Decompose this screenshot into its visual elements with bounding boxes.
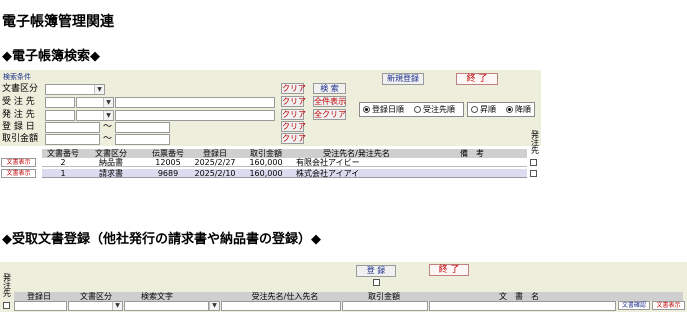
results-table-header: 文書番号 文書区分 伝票番号 登録日 取引金額 受注先名/発注先名 備 考	[42, 149, 527, 158]
cell-doc-type: 請求書	[99, 169, 123, 178]
reg-col-search-text: 検索文字	[141, 292, 173, 301]
col-amount: 取引金額	[250, 149, 282, 158]
cell-doc-no: 1	[60, 169, 66, 178]
recipient-code-input[interactable]	[45, 97, 75, 108]
chevron-down-icon: ▼	[209, 302, 219, 310]
search-button[interactable]: 検 索	[313, 83, 346, 94]
register-search-text-select[interactable]: ▼	[208, 301, 220, 311]
sort-order-desc-radio[interactable]	[506, 106, 513, 113]
col-doc-type: 文書区分	[95, 149, 127, 158]
amount-to-input[interactable]	[115, 134, 170, 145]
register-date-label: 登 録 日	[2, 122, 35, 132]
sort-order-asc-radio[interactable]	[471, 106, 478, 113]
show-all-button[interactable]: 全件表示	[313, 96, 346, 107]
col-partner: 受注先名/発注先名	[323, 149, 390, 158]
amount-label: 取引金額	[2, 134, 39, 144]
cell-partner: 株式会社アイアイ	[296, 169, 360, 178]
register-section-heading: ◆受取文書登録（他社発行の請求書や納品書の登録）◆	[2, 232, 321, 247]
sort-order-asc-label: 昇順	[480, 105, 496, 114]
chevron-down-icon: ▼	[103, 111, 113, 120]
new-register-button[interactable]: 新規登録	[382, 73, 424, 85]
col-slip-no: 伝票番号	[152, 149, 184, 158]
register-issued-checkbox[interactable]	[3, 302, 10, 309]
cell-slip-no: 12005	[155, 158, 181, 167]
row-issued-checkbox[interactable]	[530, 159, 537, 166]
register-issued-col-label: 発注先	[3, 273, 11, 298]
register-table-header: 登録日 文書区分 検索文字 受注先名/仕入先名 取引金額 文 書 名	[14, 292, 683, 301]
chevron-down-icon: ▼	[103, 98, 113, 107]
sort-key-date-radio[interactable]	[363, 106, 370, 113]
clear-doc-type-button[interactable]: クリア	[281, 83, 306, 94]
clear-recipient-button[interactable]: クリア	[281, 96, 306, 107]
register-date-from-input[interactable]	[45, 122, 100, 133]
register-partner-input[interactable]	[221, 301, 341, 311]
page-title: 電子帳簿管理関連	[2, 14, 114, 30]
reg-col-partner: 受注先名/仕入先名	[251, 292, 319, 301]
clear-sender-button[interactable]: クリア	[281, 109, 306, 120]
amount-from-input[interactable]	[45, 134, 100, 145]
cell-amount: 160,000	[249, 169, 283, 178]
row-display-button[interactable]: 文書表示	[1, 169, 36, 178]
recipient-label: 受 注 先	[2, 97, 35, 107]
recipient-name-input[interactable]	[115, 97, 275, 108]
cell-doc-no: 2	[60, 158, 66, 167]
col-date: 登録日	[203, 149, 227, 158]
register-doc-type-select[interactable]: ▼	[68, 301, 123, 311]
clear-register-date-button[interactable]: クリア	[281, 121, 306, 132]
sender-label: 発 注 先	[2, 110, 35, 120]
register-option-checkbox[interactable]	[373, 279, 380, 286]
cell-doc-type: 納品書	[99, 158, 123, 167]
cell-slip-no: 9689	[157, 169, 179, 178]
reg-col-date: 登録日	[27, 292, 51, 301]
search-end-button[interactable]: 終 了	[456, 73, 498, 85]
cell-date: 2025/2/10	[194, 169, 236, 178]
col-note: 備 考	[460, 149, 484, 158]
table-row[interactable]: 2 納品書 12005 2025/2/27 160,000 有限会社アイビー	[42, 158, 527, 167]
sort-key-recipient-label: 受注先順	[423, 105, 455, 114]
register-date-range-sep: ～	[103, 122, 113, 132]
col-doc-no: 文書番号	[47, 149, 79, 158]
register-confirm-button[interactable]: 文書確認	[618, 301, 650, 310]
register-search-text-input[interactable]	[124, 301, 220, 311]
chevron-down-icon: ▼	[94, 85, 104, 94]
search-section-heading: ◆電子帳簿検索◆	[2, 49, 100, 64]
doc-type-label: 文書区分	[2, 84, 39, 94]
register-amount-input[interactable]	[342, 301, 428, 311]
register-date-input[interactable]	[14, 301, 67, 311]
sort-key-date-label: 登録日順	[372, 105, 404, 114]
sender-name-input[interactable]	[115, 110, 275, 121]
cell-partner: 有限会社アイビー	[296, 158, 360, 167]
reg-col-doc-name: 文 書 名	[499, 292, 539, 301]
clear-all-button[interactable]: 全クリア	[313, 109, 346, 120]
table-row[interactable]: 1 請求書 9689 2025/2/10 160,000 株式会社アイアイ	[42, 169, 527, 178]
sender-select[interactable]: ▼	[76, 110, 114, 121]
chevron-down-icon: ▼	[112, 302, 122, 310]
row-display-button[interactable]: 文書表示	[1, 158, 36, 167]
sort-key-recipient-radio[interactable]	[414, 106, 421, 113]
register-button[interactable]: 登 録	[356, 265, 396, 277]
clear-amount-button[interactable]: クリア	[281, 133, 306, 144]
register-display-button[interactable]: 文書表示	[652, 301, 685, 310]
row-issued-checkbox[interactable]	[530, 170, 537, 177]
sort-order-desc-label: 降順	[515, 105, 531, 114]
cell-amount: 160,000	[249, 158, 283, 167]
register-end-button[interactable]: 終 了	[429, 264, 469, 276]
doc-type-select[interactable]: ▼	[45, 84, 105, 95]
reg-col-doc-type: 文書区分	[80, 292, 112, 301]
cell-date: 2025/2/27	[194, 158, 236, 167]
register-date-to-input[interactable]	[115, 122, 170, 133]
reg-col-amount: 取引金額	[368, 292, 400, 301]
amount-range-sep: ～	[103, 134, 113, 144]
register-doc-name-input[interactable]	[429, 301, 616, 311]
recipient-select[interactable]: ▼	[76, 97, 114, 108]
sender-code-input[interactable]	[45, 110, 75, 121]
search-conditions-label: 検索条件	[3, 73, 31, 81]
search-issued-col-label: 発注先	[531, 130, 539, 155]
